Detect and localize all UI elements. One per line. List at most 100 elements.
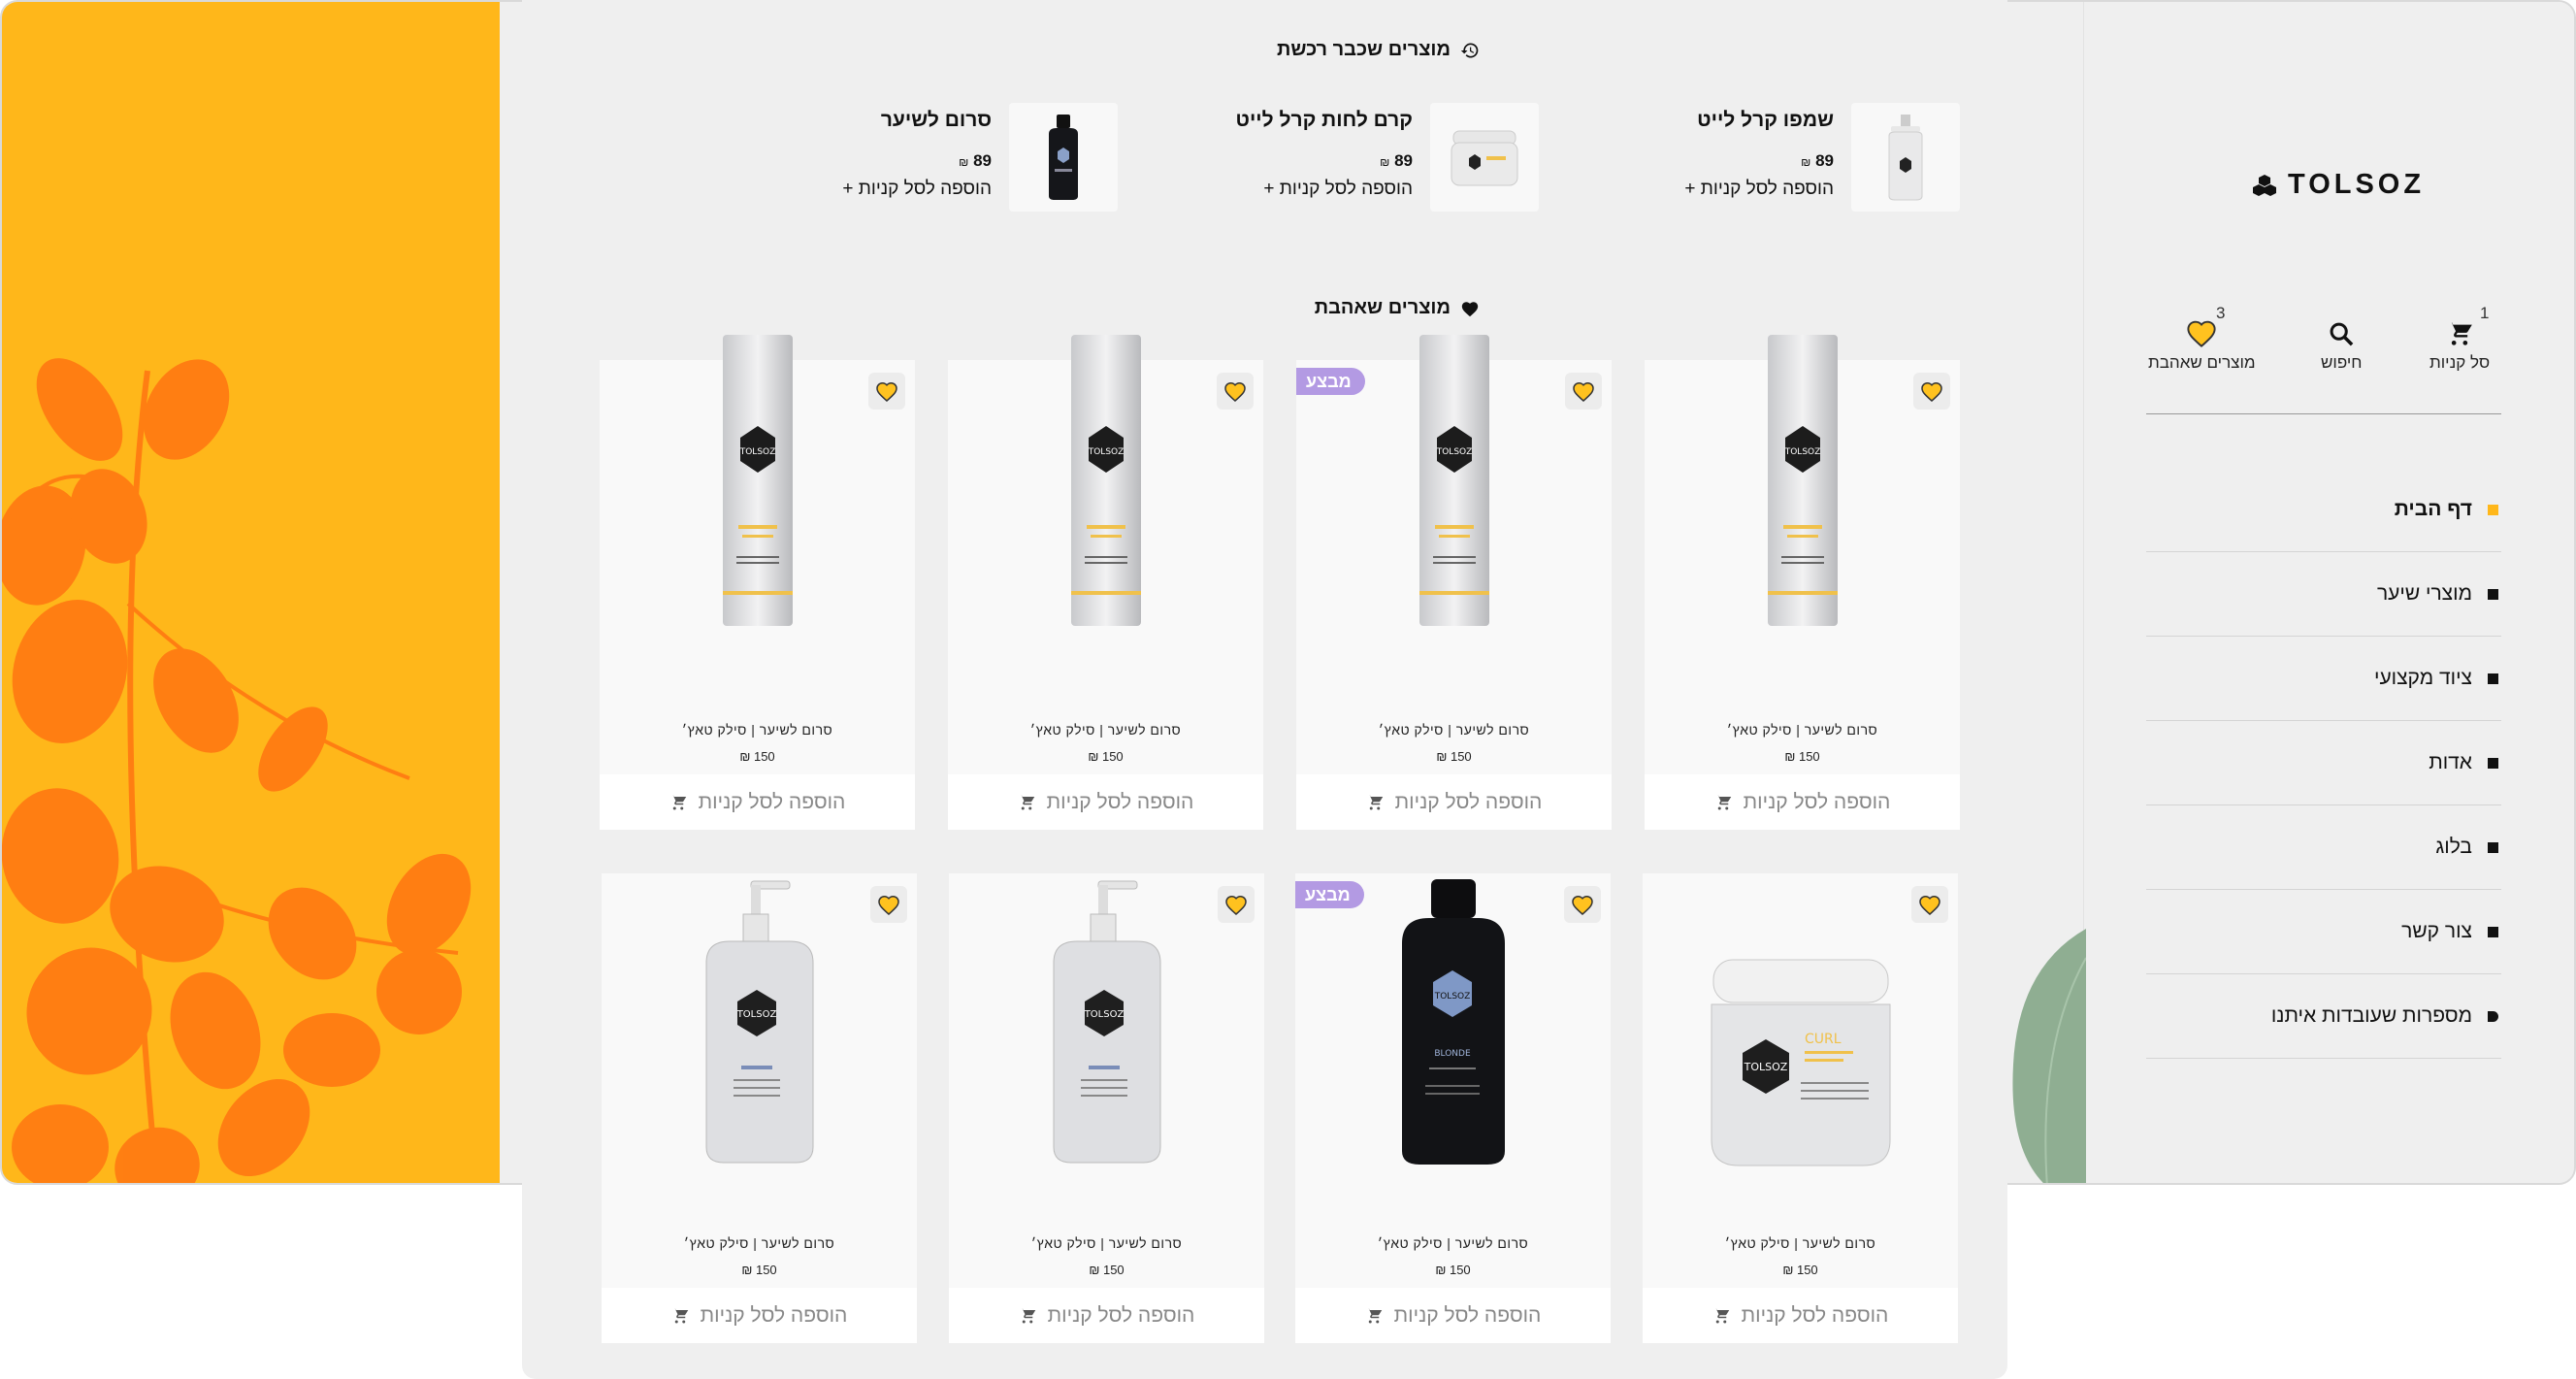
product-card[interactable]: TOLSOZ מבצע סרום לשיער | סילק טאץ׳ 150 ₪ הוס… [1296, 335, 1612, 830]
favorite-toggle[interactable] [1911, 886, 1948, 923]
product-price: 150 ₪ [1784, 749, 1820, 764]
sale-badge: מבצע [1295, 881, 1364, 908]
search-button[interactable]: חיפוש [2321, 309, 2362, 373]
recent-item: סרום לשיער 89 ₪ הוספה לסל קניות + [807, 103, 1118, 213]
product-name[interactable]: סרום לשיער | סילק טאץ׳ [602, 1235, 917, 1251]
add-to-cart-label: הוספה לסל קניות [1743, 790, 1891, 813]
svg-text:TOLSOZ: TOLSOZ [1743, 1061, 1787, 1073]
add-to-cart-button[interactable]: הוספה לסל קניות [1296, 774, 1612, 830]
favorite-toggle[interactable] [1565, 373, 1602, 410]
brand-logo[interactable]: TOLSOZ [2253, 169, 2425, 201]
nav-item-label: מספרות שעובדות איתנו [2270, 1004, 2472, 1027]
product-card[interactable]: TOLSOZ סרום לשיער | סילק טאץ׳ 150 ₪ הוספה ל… [948, 335, 1263, 830]
product-name[interactable]: סרום לשיער | סילק טאץ׳ [1296, 722, 1612, 738]
product-image[interactable]: TOLSOZ [1645, 335, 1960, 709]
svg-text:TOLSOZ: TOLSOZ [735, 1009, 776, 1020]
add-to-cart-label: הוספה לסל קניות [1046, 790, 1194, 813]
main-content: מוצרים שכבר רכשת שמפו קרל לייט 89 ₪ הוספ… [522, 0, 2007, 1379]
add-to-cart-button[interactable]: הוספה לסל קניות [949, 1288, 1264, 1343]
nav-item-partner-salons[interactable]: מספרות שעובדות איתנו [2146, 974, 2501, 1059]
nav-item-about[interactable]: אדות [2146, 721, 2501, 805]
cart-count: 1 [2480, 304, 2490, 322]
heart-icon [875, 380, 898, 402]
product-card[interactable]: TOLSOZ סרום לשיער | סילק טאץ׳ 150 ₪ הוספה ל… [602, 873, 917, 1343]
cart-icon [1365, 1307, 1383, 1325]
product-image[interactable]: TOLSOZ [1296, 335, 1612, 709]
eucalyptus-branch-illustration [2, 358, 472, 1183]
add-to-cart-link[interactable]: הוספה לסל קניות + [842, 179, 992, 200]
cart-icon [1019, 1307, 1036, 1325]
heart-icon [1224, 894, 1248, 915]
recent-item-name[interactable]: סרום לשיער [881, 109, 992, 132]
favorite-toggle[interactable] [868, 373, 905, 410]
heart-icon [1920, 380, 1943, 402]
heart-icon [1572, 380, 1595, 402]
recent-item-name[interactable]: שמפו קרל לייט [1697, 109, 1834, 132]
product-name[interactable]: סרום לשיער | סילק טאץ׳ [1643, 1235, 1958, 1251]
product-card[interactable]: TOLSOZ סרום לשיער | סילק טאץ׳ 150 ₪ הוספה ל… [1645, 335, 1960, 830]
nav-item-hair-products[interactable]: מוצרי שיער [2146, 552, 2501, 637]
add-to-cart-button[interactable]: הוספה לסל קניות [1643, 1288, 1958, 1343]
favorite-toggle[interactable] [1217, 373, 1254, 410]
recent-item-price: 89 ₪ [1801, 151, 1834, 170]
product-image[interactable]: TOLSOZ [948, 335, 1263, 709]
product-name[interactable]: סרום לשיער | סילק טאץ׳ [948, 722, 1263, 738]
product-thumbnail[interactable] [1430, 103, 1539, 212]
product-image[interactable]: TOLSOZ CURL [1643, 873, 1958, 1223]
favorite-toggle[interactable] [1564, 886, 1601, 923]
heart-icon [877, 894, 900, 915]
recent-item-price: 89 ₪ [959, 151, 992, 170]
favorites-button[interactable]: 3 מוצרים שאהבת [2148, 304, 2256, 373]
add-to-cart-label: הוספה לסל קניות [1393, 1303, 1542, 1327]
add-to-cart-link[interactable]: הוספה לסל קניות + [1263, 179, 1413, 200]
nav-item-label: בלוג [2435, 836, 2472, 858]
favorite-toggle[interactable] [1218, 886, 1255, 923]
product-card[interactable]: TOLSOZ סרום לשיער | סילק טאץ׳ 150 ₪ הוספה ל… [600, 335, 915, 830]
decorative-leaf [2008, 929, 2086, 1183]
add-to-cart-button[interactable]: הוספה לסל קניות [602, 1288, 917, 1343]
cart-button[interactable]: 1 סל קניות [2429, 304, 2490, 373]
add-to-cart-link[interactable]: הוספה לסל קניות + [1684, 179, 1834, 200]
product-name[interactable]: סרום לשיער | סילק טאץ׳ [1645, 722, 1960, 738]
add-to-cart-button[interactable]: הוספה לסל קניות [1645, 774, 1960, 830]
history-icon [1460, 42, 1479, 57]
add-to-cart-button[interactable]: הוספה לסל קניות [948, 774, 1263, 830]
recent-item: שמפו קרל לייט 89 ₪ הוספה לסל קניות + [1649, 103, 1960, 213]
recent-item-name[interactable]: קרם לחות קרל לייט [1236, 109, 1414, 132]
product-price: 150 ₪ [741, 1263, 777, 1277]
heart-icon [1461, 301, 1479, 316]
nav-item-professional-equipment[interactable]: ציוד מקצועי [2146, 637, 2501, 721]
heart-icon [1918, 894, 1941, 915]
product-card[interactable]: TOLSOZ CURL סרום לשיער | סילק טאץ׳ 150 ₪ הוס… [1643, 873, 1958, 1343]
add-to-cart-label: הוספה לסל קניות [698, 790, 846, 813]
product-name[interactable]: סרום לשיער | סילק טאץ׳ [1295, 1235, 1611, 1251]
product-card[interactable]: TOLSOZ BLONDE מבצע סרום לשיער | סילק טאץ׳ 15… [1295, 873, 1611, 1343]
svg-text:BLONDE: BLONDE [1434, 1049, 1471, 1059]
product-card[interactable]: TOLSOZ סרום לשיער | סילק טאץ׳ 150 ₪ הוספה ל… [949, 873, 1264, 1343]
favorite-toggle[interactable] [1913, 373, 1950, 410]
add-to-cart-button[interactable]: הוספה לסל קניות [600, 774, 915, 830]
product-thumbnail[interactable] [1009, 103, 1118, 212]
nav-item-blog[interactable]: בלוג [2146, 805, 2501, 890]
favorite-toggle[interactable] [870, 886, 907, 923]
product-thumbnail[interactable] [1851, 103, 1960, 212]
product-image[interactable]: TOLSOZ BLONDE [1295, 873, 1611, 1223]
product-image[interactable]: TOLSOZ [949, 873, 1264, 1223]
add-to-cart-button[interactable]: הוספה לסל קניות [1295, 1288, 1611, 1343]
nav-item-home[interactable]: דף הבית [2146, 468, 2501, 552]
logo-text: TOLSOZ [2288, 169, 2426, 200]
decorative-panel [2, 2, 500, 1183]
svg-text:TOLSOZ: TOLSOZ [1083, 1009, 1124, 1020]
product-name[interactable]: סרום לשיער | סילק טאץ׳ [949, 1235, 1264, 1251]
product-price: 150 ₪ [1088, 749, 1124, 764]
product-name[interactable]: סרום לשיער | סילק טאץ׳ [600, 722, 915, 738]
svg-text:TOLSOZ: TOLSOZ [1435, 447, 1472, 457]
nav-item-label: דף הבית [2394, 498, 2472, 520]
nav-bullet [2488, 1010, 2498, 1022]
product-image[interactable]: TOLSOZ [602, 873, 917, 1223]
product-image[interactable]: TOLSOZ [600, 335, 915, 709]
nav-item-contact[interactable]: צור קשר [2146, 890, 2501, 974]
nav-item-label: ציוד מקצועי [2373, 667, 2472, 689]
product-price: 150 ₪ [739, 749, 775, 764]
add-to-cart-label: הוספה לסל קניות [700, 1303, 848, 1327]
